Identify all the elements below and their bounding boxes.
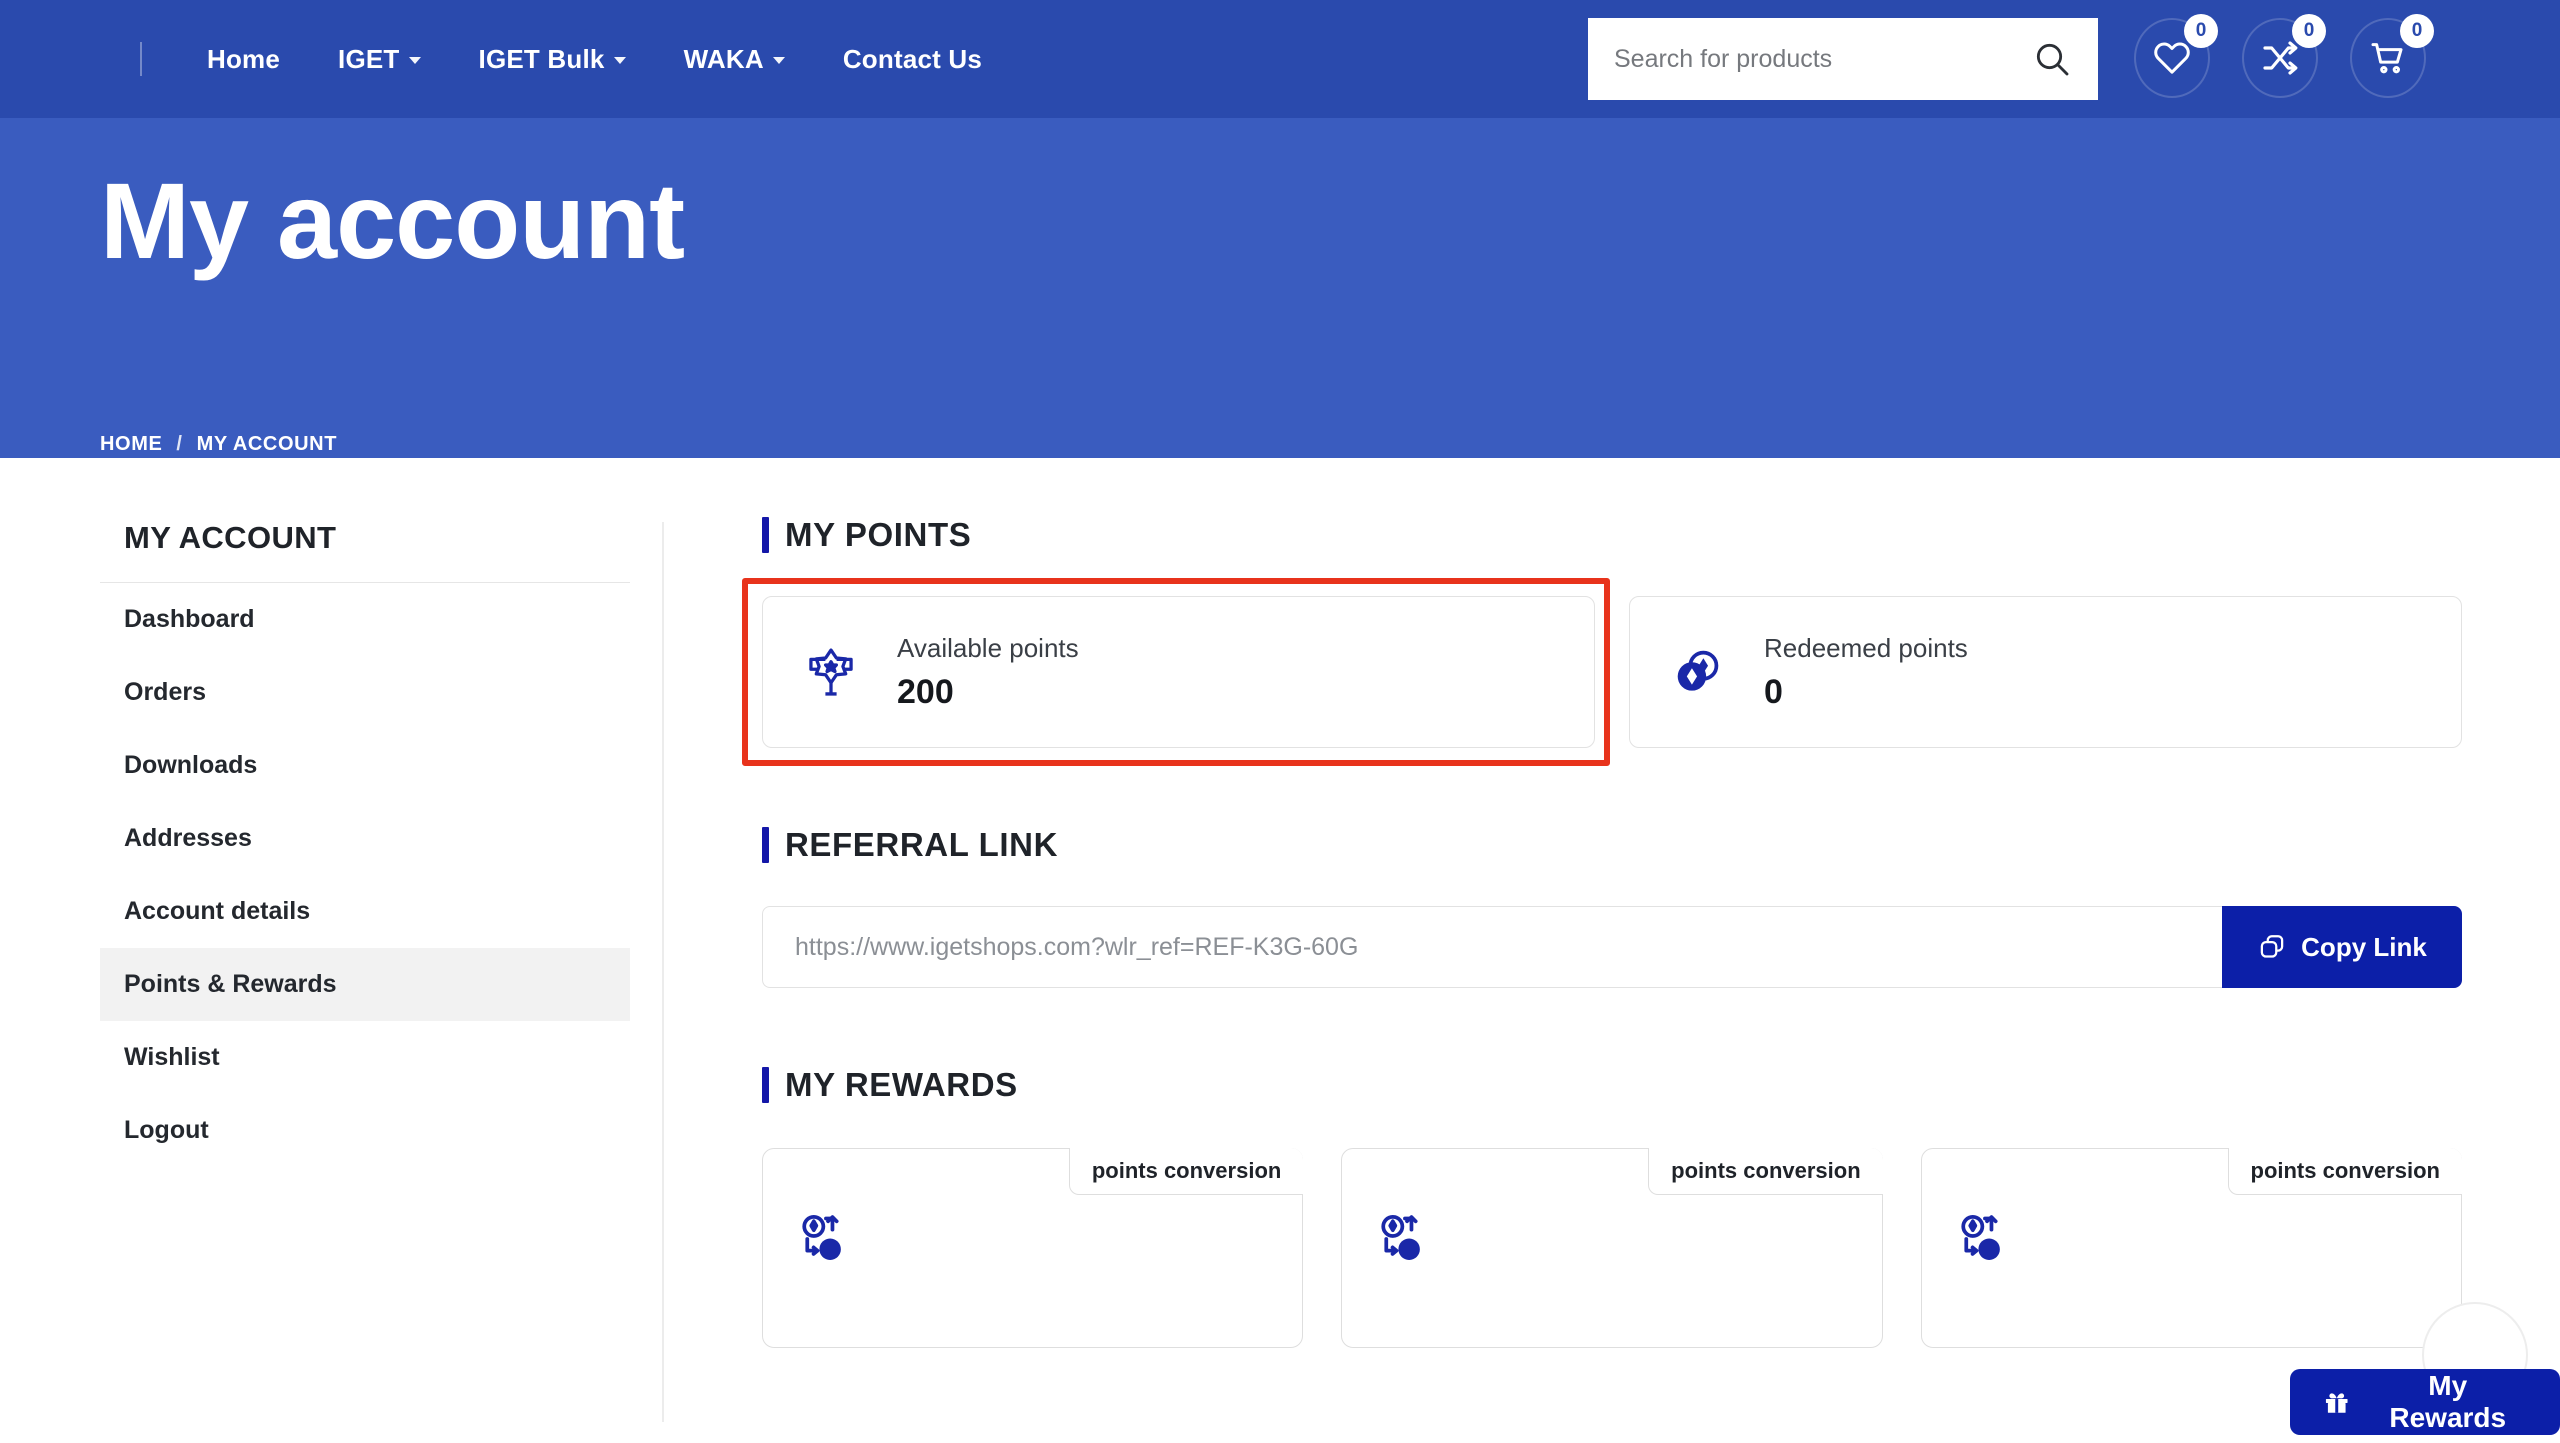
sidebar-item-points-rewards[interactable]: Points & Rewards <box>100 948 630 1021</box>
section-title: REFERRAL LINK <box>785 826 1059 863</box>
sidebar-item-dashboard[interactable]: Dashboard <box>100 583 630 656</box>
section-accent-bar <box>762 1067 769 1103</box>
sidebar-item-account-details[interactable]: Account details <box>100 875 630 948</box>
site-header: Home IGET IGET Bulk WAKA Contact Us Sear… <box>0 0 2560 118</box>
nav-item-iget[interactable]: IGET <box>309 44 449 75</box>
nav-label: Contact Us <box>842 43 983 74</box>
available-points-card[interactable]: Available points 200 <box>762 596 1595 748</box>
reward-card-tab: points conversion <box>1648 1148 1883 1195</box>
nav-divider <box>140 42 142 76</box>
my-points-section: MY POINTS Available points 200 Redeemed … <box>742 516 2462 766</box>
section-accent-bar <box>762 517 769 553</box>
page-hero-banner: My account HOME / MY ACCOUNT <box>0 118 2560 458</box>
section-title: MY POINTS <box>785 516 972 553</box>
card-label: Available points <box>897 632 1079 663</box>
reward-card[interactable]: points conversion <box>1920 1148 2462 1348</box>
gift-icon <box>2325 1393 2348 1413</box>
nav-label: IGET Bulk <box>478 43 605 74</box>
chevron-down-icon <box>408 57 421 64</box>
points-conversion-icon <box>1961 1214 2000 1260</box>
search-input[interactable] <box>1614 44 2032 74</box>
wishlist-button[interactable]: 0 <box>2134 10 2218 106</box>
breadcrumb-separator: / <box>176 433 183 455</box>
sidebar-item-label: Logout <box>124 1116 209 1144</box>
reward-card-tab: points conversion <box>1068 1148 1304 1195</box>
account-main-panel: MY POINTS Available points 200 Redeemed … <box>742 516 2462 1348</box>
my-rewards-heading: MY REWARDS <box>762 1066 2462 1104</box>
nav-item-home[interactable]: Home <box>178 44 309 75</box>
breadcrumb: HOME / MY ACCOUNT <box>100 433 337 456</box>
nav-label: WAKA <box>683 43 764 74</box>
sidebar-item-label: Points & Rewards <box>124 970 337 998</box>
nav-item-waka[interactable]: WAKA <box>655 44 814 75</box>
sidebar-item-label: Downloads <box>124 751 258 779</box>
chevron-down-icon <box>772 57 785 64</box>
redeemed-points-card[interactable]: Redeemed points 0 <box>1629 596 2462 748</box>
cart-count-badge: 0 <box>2400 14 2434 48</box>
nav-label: Home <box>207 43 281 74</box>
card-value: 200 <box>897 672 954 711</box>
copy-link-button[interactable]: Copy Link <box>2222 906 2462 988</box>
nav-label: IGET <box>338 43 400 74</box>
breadcrumb-current: MY ACCOUNT <box>196 433 338 455</box>
section-accent-bar <box>762 827 769 863</box>
page-content: MY ACCOUNT Dashboard Orders Downloads Ad… <box>0 458 2560 1443</box>
sidebar-title: MY ACCOUNT <box>124 520 337 555</box>
my-rewards-section: MY REWARDS points conversion points conv… <box>762 1066 2462 1348</box>
card-value: 0 <box>1764 672 1783 711</box>
search-icon[interactable] <box>2032 39 2072 79</box>
reward-card[interactable]: points conversion <box>762 1148 1304 1348</box>
account-sidebar: MY ACCOUNT Dashboard Orders Downloads Ad… <box>100 520 630 1167</box>
chevron-down-icon <box>613 57 626 64</box>
breadcrumb-home-link[interactable]: HOME <box>100 433 162 456</box>
reward-card[interactable]: points conversion <box>1341 1148 1883 1348</box>
points-cards-row: Available points 200 Redeemed points 0 <box>742 578 2462 766</box>
compare-count-badge: 0 <box>2292 14 2326 48</box>
section-title: MY REWARDS <box>785 1066 1018 1103</box>
main-navigation: Home IGET IGET Bulk WAKA Contact Us <box>178 44 1011 75</box>
nav-item-iget-bulk[interactable]: IGET Bulk <box>450 44 655 75</box>
my-rewards-floating-button[interactable]: My Rewards <box>2290 1369 2560 1435</box>
points-conversion-icon <box>802 1214 841 1260</box>
coins-icon <box>1677 650 1719 691</box>
sidebar-item-label: Dashboard <box>124 605 255 633</box>
rewards-cards-row: points conversion points conversion poin… <box>762 1148 2462 1348</box>
sidebar-item-label: Addresses <box>124 824 252 852</box>
nav-item-contact-us[interactable]: Contact Us <box>814 44 1011 75</box>
page-title: My account <box>100 160 685 281</box>
sidebar-item-label: Wishlist <box>124 1043 220 1071</box>
referral-link-heading: REFERRAL LINK <box>762 826 2462 864</box>
referral-link-section: REFERRAL LINK Copy Link <box>762 826 2462 988</box>
referral-link-input[interactable] <box>762 906 2222 988</box>
header-icon-group: 0 0 0 <box>2134 10 2434 106</box>
sidebar-item-addresses[interactable]: Addresses <box>100 802 630 875</box>
sidebar-item-downloads[interactable]: Downloads <box>100 729 630 802</box>
sidebar-item-logout[interactable]: Logout <box>100 1094 630 1167</box>
award-badge-icon <box>809 648 853 696</box>
wishlist-count-badge: 0 <box>2184 14 2218 48</box>
sidebar-item-label: Orders <box>124 678 206 706</box>
sidebar-item-label: Account details <box>124 897 311 925</box>
reward-card-tab: points conversion <box>2227 1148 2462 1195</box>
referral-link-row: Copy Link <box>762 906 2462 988</box>
sidebar-item-orders[interactable]: Orders <box>100 656 630 729</box>
my-points-heading: MY POINTS <box>762 516 2462 554</box>
sidebar-item-wishlist[interactable]: Wishlist <box>100 1021 630 1094</box>
my-rewards-label: My Rewards <box>2389 1370 2507 1433</box>
content-vertical-divider <box>662 522 664 1422</box>
copy-link-label: Copy Link <box>2301 931 2427 962</box>
copy-icon <box>2260 935 2284 958</box>
search-bar[interactable] <box>1588 18 2098 100</box>
cart-button[interactable]: 0 <box>2350 10 2434 106</box>
card-label: Redeemed points <box>1764 632 1968 663</box>
points-conversion-icon <box>1381 1214 1421 1260</box>
compare-button[interactable]: 0 <box>2242 10 2326 106</box>
